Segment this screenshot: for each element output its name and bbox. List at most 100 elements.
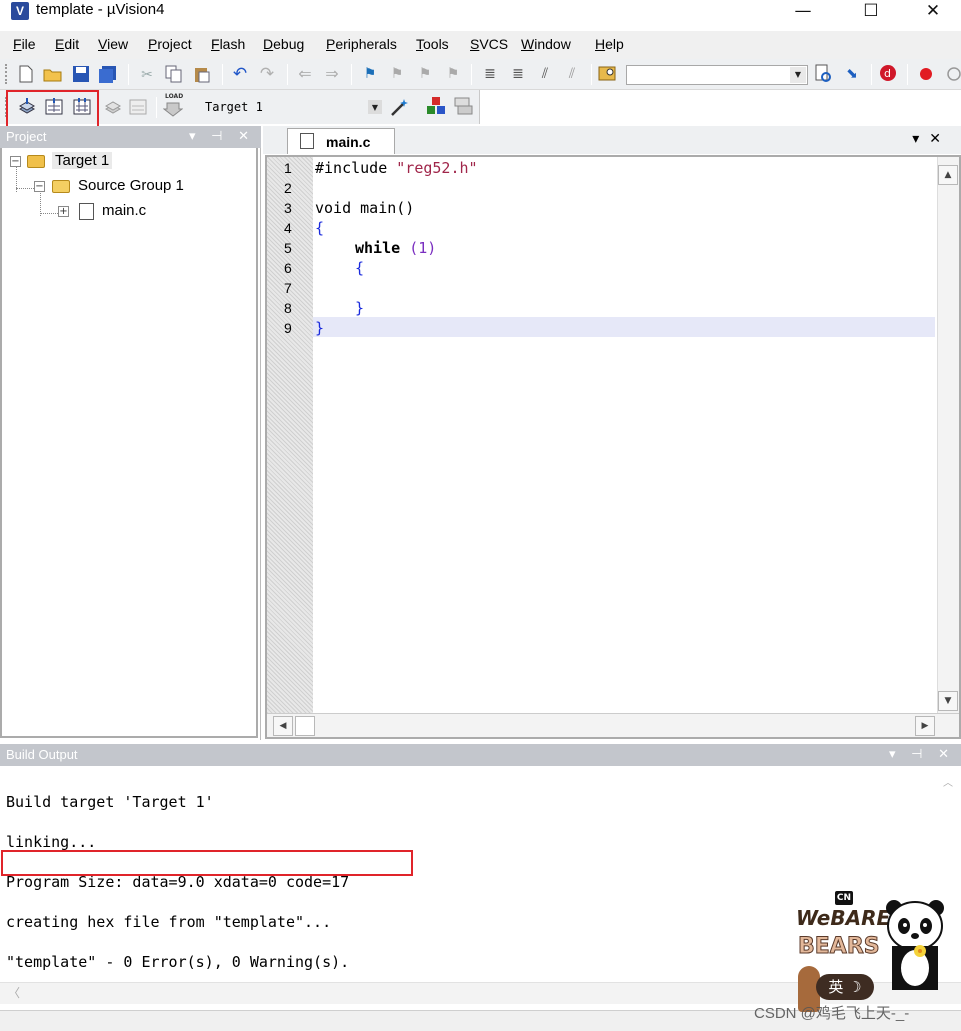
comment-icon[interactable]: ⫽	[535, 64, 555, 84]
insert-breakpoint-icon[interactable]	[916, 64, 936, 84]
svg-text:d: d	[884, 67, 891, 80]
new-file-icon[interactable]	[16, 65, 36, 85]
save-icon[interactable]	[71, 65, 91, 85]
target-options-wand-icon[interactable]	[389, 96, 409, 116]
paste-icon[interactable]	[192, 65, 212, 85]
line-number: 9	[284, 320, 292, 336]
save-all-icon[interactable]	[98, 65, 118, 85]
menu-tools[interactable]: Tools	[416, 36, 449, 52]
scroll-right-icon[interactable]: ▶	[915, 716, 935, 736]
tree-item-source-group[interactable]: Source Group 1	[78, 177, 184, 194]
maximize-button[interactable]: ☐	[848, 0, 894, 24]
collapse-group-icon[interactable]: −	[34, 181, 45, 192]
find-combo[interactable]: ▼	[626, 65, 808, 85]
scroll-down-icon[interactable]: ▼	[938, 691, 958, 711]
browse-icon[interactable]: ⬊	[842, 64, 862, 84]
build-output-title: Build Output	[6, 747, 78, 762]
code-condition: (1)	[409, 239, 437, 257]
toolbar-grip[interactable]	[5, 64, 8, 84]
toolbar-empty-area	[480, 90, 961, 124]
menu-window[interactable]: Window	[521, 36, 571, 52]
build-output-text[interactable]: Build target 'Target 1' linking... Progr…	[6, 772, 349, 1012]
editor-tab-controls[interactable]: ▾✕	[912, 131, 951, 147]
line-number: 1	[284, 160, 292, 176]
scroll-thumb[interactable]	[295, 716, 315, 736]
find-in-files-icon[interactable]	[598, 64, 618, 84]
project-panel-header: Project ▾ ⊣ ✕	[0, 126, 261, 148]
select-packs-icon[interactable]	[453, 96, 473, 116]
tab-main-c[interactable]: main.c	[287, 128, 395, 154]
editor-vertical-scrollbar[interactable]: ▲ ▼	[937, 157, 959, 713]
minimize-button[interactable]: —	[780, 0, 826, 24]
menu-project[interactable]: Project	[148, 36, 192, 52]
cut-icon[interactable]: ✂	[137, 65, 157, 85]
incremental-find-icon[interactable]	[814, 64, 834, 84]
sticker-line2: BEARS	[798, 934, 881, 960]
manage-components-icon[interactable]	[426, 96, 446, 116]
build-output-header: Build Output ▾ ⊣ ✕	[0, 744, 961, 766]
code-line-3: void main()	[315, 199, 415, 217]
menu-file[interactable]: File	[13, 36, 36, 52]
clear-bookmarks-icon[interactable]: ⚑	[443, 64, 463, 84]
menu-edit[interactable]: Edit	[55, 36, 79, 52]
open-folder-icon[interactable]	[43, 65, 63, 85]
previous-bookmark-icon[interactable]: ⚑	[387, 64, 407, 84]
redo-icon[interactable]: ↷	[257, 64, 277, 84]
chevron-down-icon[interactable]: ▼	[790, 67, 806, 83]
build-line: linking...	[6, 833, 97, 851]
batch-build-icon[interactable]	[103, 97, 123, 117]
collapse-target-icon[interactable]: −	[10, 156, 21, 167]
load-label: LOAD	[165, 93, 184, 100]
file-toolbar: ✂ ↶ ↷ ⇐ ⇒ ⚑ ⚑ ⚑ ⚑ ≣ ≣ ⫽ ⫽ ▼ ⬊ d	[0, 59, 961, 90]
editor-tab-strip: main.c ▾✕	[263, 126, 961, 154]
navigate-back-icon[interactable]: ⇐	[295, 64, 315, 84]
code-editor[interactable]: 1 2 3 4 5 6 7 8 9 #include "reg52.h" voi…	[265, 155, 961, 739]
expand-file-icon[interactable]: +	[58, 206, 69, 217]
tree-item-main-c[interactable]: main.c	[102, 202, 146, 219]
close-button[interactable]: ✕	[910, 0, 956, 24]
indent-icon[interactable]: ≣	[480, 64, 500, 84]
download-load-icon[interactable]: LOAD	[163, 93, 184, 117]
code-keyword-while: while	[355, 239, 410, 257]
scroll-up-icon[interactable]: ︿	[943, 774, 953, 789]
menu-bar: File Edit View Project Flash Debug Perip…	[0, 31, 961, 59]
panda-icon	[886, 900, 944, 990]
enable-breakpoint-icon[interactable]	[944, 64, 961, 84]
code-line-4: {	[315, 219, 325, 237]
stop-build-icon[interactable]	[128, 97, 148, 117]
menu-peripherals[interactable]: Peripherals	[326, 36, 397, 52]
menu-svcs[interactable]: SVCS	[470, 36, 508, 52]
scroll-left-icon[interactable]: ◀	[273, 716, 293, 736]
build-line: creating hex file from "template"...	[6, 913, 332, 931]
editor-horizontal-scrollbar[interactable]: ◀ ▶	[267, 713, 959, 737]
build-result-line: "template" - 0 Error(s), 0 Warning(s).	[6, 953, 350, 971]
scroll-left-icon[interactable]: 〈	[8, 984, 20, 1001]
current-line-highlight	[313, 317, 935, 337]
chevron-down-icon[interactable]: ▼	[368, 100, 382, 114]
menu-help[interactable]: Help	[595, 36, 624, 52]
navigate-forward-icon[interactable]: ⇒	[322, 64, 342, 84]
debug-session-icon[interactable]: d	[879, 64, 899, 84]
unindent-icon[interactable]: ≣	[508, 64, 528, 84]
line-number: 5	[284, 240, 292, 256]
panel-controls[interactable]: ▾ ⊣ ✕	[889, 746, 955, 762]
menu-debug[interactable]: Debug	[263, 36, 304, 52]
menu-view[interactable]: View	[98, 36, 128, 52]
code-line-1: #include "reg52.h"	[315, 159, 478, 177]
line-number: 4	[284, 220, 292, 236]
next-bookmark-icon[interactable]: ⚑	[415, 64, 435, 84]
tree-item-target[interactable]: Target 1	[52, 152, 113, 169]
uncomment-icon[interactable]: ⫽	[562, 64, 582, 84]
sticker-brand: CN	[835, 891, 853, 905]
panel-controls[interactable]: ▾ ⊣ ✕	[189, 128, 255, 144]
highlight-build-buttons	[6, 90, 99, 128]
scroll-up-icon[interactable]: ▲	[938, 165, 958, 185]
sticker-line1: WeBARE	[796, 906, 891, 930]
code-line-8: }	[355, 299, 365, 317]
undo-icon[interactable]: ↶	[230, 64, 250, 84]
uvision-app-icon: V	[11, 2, 29, 20]
insert-bookmark-icon[interactable]: ⚑	[360, 64, 380, 84]
target-select[interactable]: Target 1 ▼	[200, 97, 384, 117]
menu-flash[interactable]: Flash	[211, 36, 245, 52]
copy-icon[interactable]	[164, 65, 184, 85]
